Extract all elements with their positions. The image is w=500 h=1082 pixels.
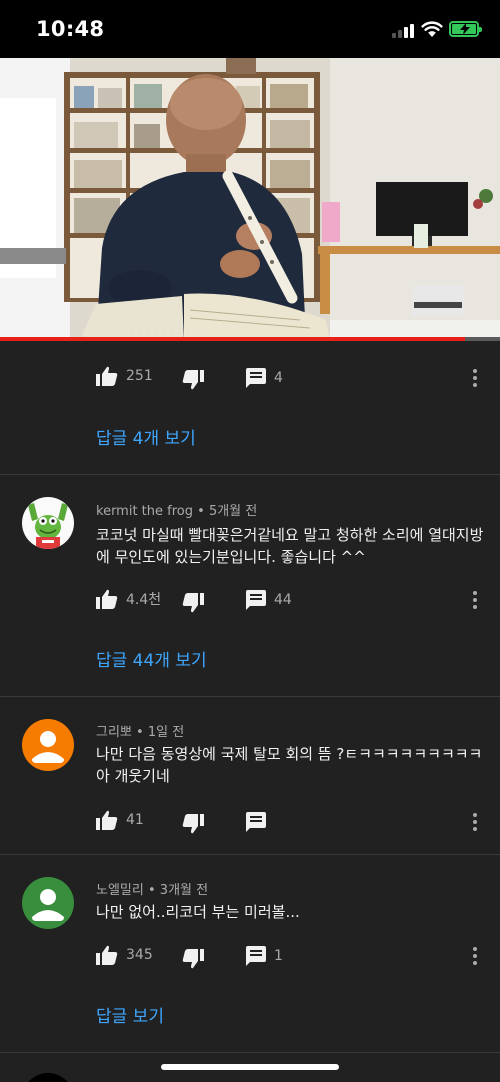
like-count: 4.4천 — [126, 592, 162, 608]
thumbs-up-icon — [96, 810, 118, 830]
comment-divider — [0, 1052, 500, 1053]
comment-text: 코코넛 마실때 빨대꽂은거같네요 말고 청하한 소리에 열대지방에 무인도에 있… — [96, 526, 484, 566]
comment-meta: 노엘밀리 • 3개월 전 — [96, 879, 208, 898]
video-frame — [0, 58, 500, 340]
reply-button[interactable]: 1 — [246, 946, 283, 966]
video-progress-bar[interactable] — [0, 337, 500, 341]
comment-divider — [0, 474, 500, 475]
comment-author[interactable]: 노엘밀리 — [96, 883, 144, 898]
dislike-button[interactable] — [182, 814, 204, 834]
video-player[interactable] — [0, 58, 500, 340]
comment-text: 나만 다음 동영상에 국제 탈모 회의 뜸 ?ㅌㅋㅋㅋㅋㅋㅋㅋㅋㅋ아 개웃기네 — [96, 745, 483, 785]
like-button[interactable]: 251 — [96, 366, 153, 386]
like-count: 41 — [126, 812, 144, 828]
avatar[interactable] — [22, 1073, 74, 1082]
like-button[interactable]: 345 — [96, 945, 153, 965]
comment-text: 나만 없어..리코더 부는 미러볼... — [96, 903, 300, 921]
comment-author[interactable]: 그리뽀 — [96, 725, 132, 740]
reply-comment-icon — [246, 368, 266, 388]
like-button[interactable]: 41 — [96, 810, 144, 830]
comment-meta: kermit the frog • 5개월 전 — [96, 500, 257, 519]
thumbs-down-icon — [182, 370, 204, 390]
reply-button[interactable]: 4 — [246, 368, 283, 388]
dislike-button[interactable] — [182, 370, 204, 390]
more-options-button[interactable] — [466, 589, 484, 611]
more-options-button[interactable] — [466, 811, 484, 833]
meta-separator: • — [147, 883, 160, 898]
default-person-avatar-icon — [22, 719, 74, 771]
dislike-button[interactable] — [182, 593, 204, 613]
more-options-button[interactable] — [466, 367, 484, 389]
comment-divider — [0, 854, 500, 855]
thumbs-up-icon — [96, 366, 118, 386]
cellular-signal-icon — [392, 24, 416, 38]
thumbs-up-icon — [96, 589, 118, 609]
avatar[interactable] — [22, 719, 74, 771]
reply-count: 4 — [274, 370, 283, 386]
reply-button[interactable]: 44 — [246, 590, 292, 610]
reply-comment-icon — [246, 812, 266, 832]
status-time: 10:48 — [36, 17, 105, 41]
reply-count: 1 — [274, 948, 283, 964]
kermit-avatar-image — [22, 497, 74, 549]
thumbs-down-icon — [182, 814, 204, 834]
comment-time: 5개월 전 — [208, 504, 258, 519]
video-progress-fill — [0, 337, 465, 341]
view-replies-link[interactable]: 답글 보기 — [96, 1002, 164, 1027]
like-button[interactable]: 4.4천 — [96, 589, 161, 609]
reply-comment-icon — [246, 590, 266, 610]
reply-button[interactable] — [246, 812, 266, 832]
avatar[interactable] — [22, 497, 74, 549]
comment-author[interactable]: kermit the frog — [96, 504, 193, 519]
avatar[interactable] — [22, 877, 74, 929]
meta-separator: • — [197, 504, 209, 519]
battery-charging-icon — [449, 21, 482, 37]
meta-separator: • — [136, 725, 148, 740]
view-replies-link[interactable]: 답글 44개 보기 — [96, 646, 207, 671]
like-count: 345 — [126, 947, 153, 963]
comment-time: 1일 전 — [147, 725, 185, 740]
comment-meta: 그리뽀 • 1일 전 — [96, 721, 184, 740]
thumbs-down-icon — [182, 949, 204, 969]
like-count: 251 — [126, 368, 153, 384]
home-indicator[interactable] — [161, 1064, 339, 1070]
status-bar: 10:48 — [0, 0, 500, 58]
thumbs-down-icon — [182, 593, 204, 613]
view-replies-link[interactable]: 답글 4개 보기 — [96, 424, 196, 449]
more-options-button[interactable] — [466, 945, 484, 967]
wifi-icon — [421, 21, 443, 37]
default-person-avatar-icon — [22, 877, 74, 929]
truncated-comment-text: · · · · · · · · · · · · · · — [96, 327, 208, 339]
thumbs-up-icon — [96, 945, 118, 965]
reply-comment-icon — [246, 946, 266, 966]
comment-time: 3개월 전 — [159, 883, 209, 898]
reply-count: 44 — [274, 592, 292, 608]
dislike-button[interactable] — [182, 949, 204, 969]
comment-divider — [0, 696, 500, 697]
